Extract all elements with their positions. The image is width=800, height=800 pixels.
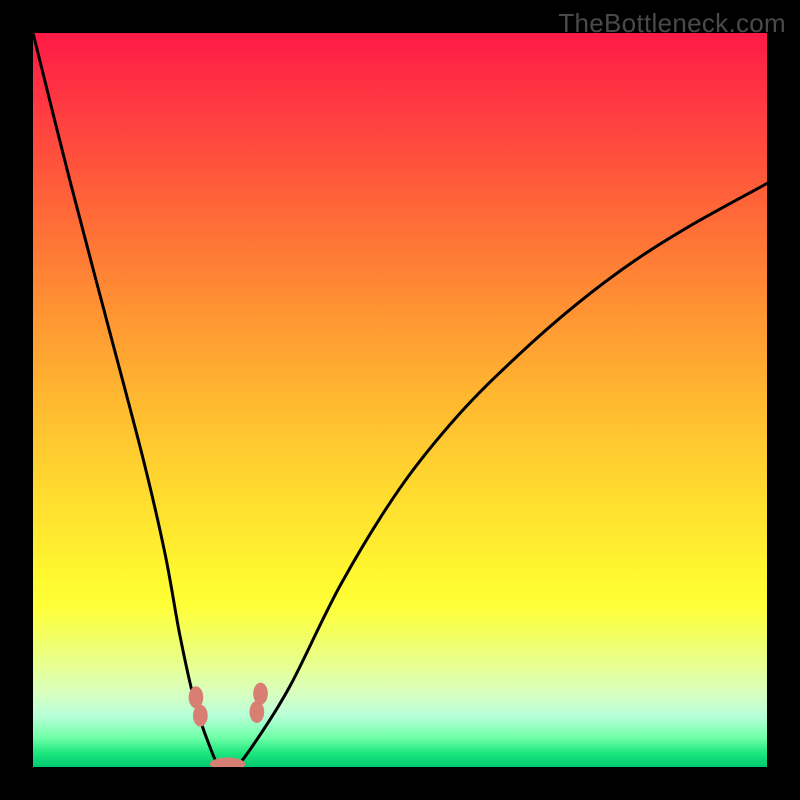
right-knee-marker-2 (253, 683, 268, 705)
curve-layer (33, 33, 767, 767)
markers-group (189, 683, 268, 767)
chart-container: TheBottleneck.com (0, 0, 800, 800)
left-knee-marker-2 (193, 705, 208, 727)
bottleneck-curve (33, 33, 767, 767)
plot-area (33, 33, 767, 767)
watermark-text: TheBottleneck.com (558, 8, 786, 39)
